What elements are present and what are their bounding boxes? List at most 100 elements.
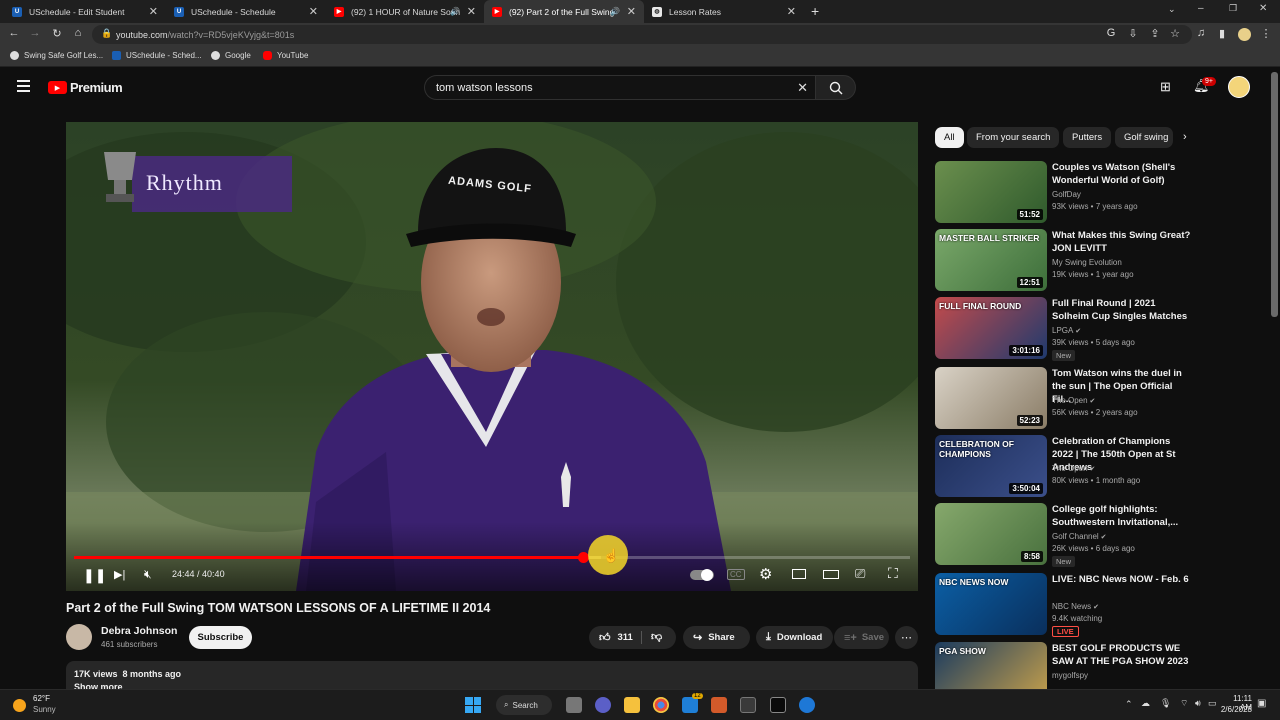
clear-search-icon[interactable]: ✕ — [797, 80, 808, 96]
browser-tab[interactable]: U USchedule - Schedule ✕ — [166, 0, 326, 23]
minimize-icon[interactable]: – — [1198, 3, 1204, 14]
related-channel-name[interactable]: LPGA — [1052, 326, 1073, 335]
volume-icon[interactable]: 🔊︎ — [1195, 698, 1201, 709]
powerpoint-icon[interactable] — [711, 697, 727, 713]
related-video-title[interactable]: Full Final Round | 2021 Solheim Cup Sing… — [1052, 297, 1192, 323]
google-icon[interactable]: G — [1104, 27, 1118, 39]
forward-icon[interactable]: → — [28, 27, 42, 39]
tab-search-icon[interactable]: ⌄ — [1168, 4, 1176, 15]
related-channel-name[interactable]: The Open — [1052, 396, 1088, 405]
settings-gear-icon[interactable]: ⚙ — [759, 565, 772, 583]
zoom-icon[interactable] — [799, 697, 815, 713]
youtube-logo[interactable]: ▶ Premium — [48, 80, 123, 95]
related-video-title[interactable]: What Makes this Swing Great? JON LEVITT — [1052, 229, 1192, 255]
fullscreen-icon[interactable]: ⛶ — [888, 565, 898, 582]
next-video-icon[interactable]: ▶| — [114, 568, 125, 581]
file-explorer-icon[interactable] — [624, 697, 640, 713]
clock-date[interactable]: 2/6/2023 — [1213, 705, 1252, 714]
scrubber-handle[interactable] — [577, 552, 589, 563]
more-actions-icon[interactable]: ⋯ — [895, 626, 918, 649]
bookmark-item[interactable]: Swing Safe Golf Les... — [10, 51, 103, 60]
chevron-right-icon[interactable]: › — [1183, 131, 1187, 143]
weather-sun-icon[interactable] — [13, 699, 26, 712]
related-channel-name[interactable]: My Swing Evolution — [1052, 258, 1122, 267]
chrome-icon[interactable] — [653, 697, 669, 713]
related-video-title[interactable]: Couples vs Watson (Shell's Wonderful Wor… — [1052, 161, 1192, 187]
miniplayer-icon[interactable] — [792, 569, 806, 579]
taskbar-search-button[interactable]: ⌕ Search — [496, 695, 552, 715]
search-input[interactable]: tom watson lessons ✕ — [424, 75, 815, 100]
side-panel-icon[interactable]: ▮ — [1215, 27, 1229, 40]
restore-icon[interactable]: ❐ — [1229, 3, 1237, 14]
captions-icon[interactable]: CC — [727, 569, 745, 580]
create-video-icon[interactable]: ⊞ — [1160, 79, 1171, 95]
home-icon[interactable]: ⌂ — [71, 27, 85, 39]
download-button[interactable]: ⤓ Download — [756, 626, 833, 649]
subscribe-button[interactable]: Subscribe — [189, 626, 252, 649]
media-control-icon[interactable]: ♫ — [1194, 27, 1208, 39]
related-video-item[interactable]: 51:52 Couples vs Watson (Shell's Wonderfu… — [935, 161, 1235, 223]
related-video-item[interactable]: CELEBRATION OF CHAMPIONS 3:50:04 Celebrati… — [935, 435, 1235, 497]
autoplay-toggle[interactable] — [690, 569, 714, 581]
video-player[interactable]: Rhythm ADAMS GOLF ☝ ❚❚ ▶| 🔇︎ 24:44 / 40:… — [66, 122, 918, 591]
thumbs-up-icon[interactable]: 👍︎ — [599, 631, 611, 644]
related-channel-name[interactable]: GolfDay — [1052, 190, 1081, 199]
speaker-icon[interactable]: 🔊 — [610, 7, 620, 16]
browser-tab[interactable]: ▶ (92) 1 HOUR of Nature Soun 🔊 ✕ — [326, 0, 484, 23]
browser-tab[interactable]: U USchedule - Edit Student ✕ — [4, 0, 166, 23]
chrome-menu-icon[interactable]: ⋮ — [1259, 27, 1273, 40]
close-tab-icon[interactable]: ✕ — [467, 5, 476, 18]
related-channel-name[interactable]: The Open — [1052, 464, 1088, 473]
terminal-icon[interactable] — [770, 697, 786, 713]
theater-mode-icon[interactable] — [823, 570, 839, 579]
task-view-icon[interactable] — [566, 697, 582, 713]
related-video-item[interactable]: NBC NEWS NOW LIVE: NBC News NOW - Feb. 6 N… — [935, 573, 1235, 637]
close-window-icon[interactable]: ✕ — [1259, 3, 1267, 14]
mute-icon[interactable]: 🔇︎ — [144, 567, 152, 582]
bookmark-item[interactable]: Google — [211, 51, 251, 60]
share-page-icon[interactable]: ⇪ — [1148, 27, 1162, 40]
weather-temp[interactable]: 62°F — [33, 694, 50, 703]
chip-from-your-search[interactable]: From your search — [967, 127, 1060, 148]
share-button[interactable]: ↪ Share — [683, 626, 750, 649]
chip-putters[interactable]: Putters — [1063, 127, 1112, 148]
video-thumbnail[interactable]: 51:52 — [935, 161, 1047, 223]
related-video-title[interactable]: LIVE: NBC News NOW - Feb. 6 — [1052, 573, 1192, 586]
teams-chat-icon[interactable] — [595, 697, 611, 713]
like-count[interactable]: 311 — [618, 632, 633, 643]
related-channel-name[interactable]: Golf Channel — [1052, 532, 1099, 541]
chip-all[interactable]: All — [935, 127, 964, 148]
close-tab-icon[interactable]: ✕ — [309, 5, 318, 18]
related-video-item[interactable]: 8:58 College golf highlights: Southwester… — [935, 503, 1235, 567]
bookmark-item[interactable]: YouTube — [263, 51, 308, 60]
search-button[interactable] — [815, 75, 856, 100]
related-channel-name[interactable]: mygolfspy — [1052, 671, 1088, 680]
hamburger-menu-icon[interactable] — [17, 80, 30, 92]
back-icon[interactable]: ← — [7, 27, 21, 39]
video-thumbnail[interactable]: CELEBRATION OF CHAMPIONS 3:50:04 — [935, 435, 1047, 497]
progress-bar[interactable] — [74, 552, 910, 563]
chip-golf-swing[interactable]: Golf swing — [1115, 127, 1173, 148]
windows-start-icon[interactable] — [465, 697, 481, 713]
pause-icon[interactable]: ❚❚ — [83, 567, 106, 584]
browser-tab[interactable]: ◍ Lesson Rates ✕ — [644, 0, 804, 23]
close-tab-icon[interactable]: ✕ — [787, 5, 796, 18]
related-video-item[interactable]: 52:23 Tom Watson wins the duel in the sun… — [935, 367, 1235, 429]
close-tab-icon[interactable]: ✕ — [627, 5, 636, 18]
page-scrollbar[interactable] — [1271, 72, 1278, 317]
notification-center-icon[interactable]: ▣ — [1257, 698, 1266, 709]
profile-avatar[interactable] — [1238, 28, 1251, 41]
related-channel-name[interactable]: NBC News — [1052, 602, 1091, 611]
cast-icon[interactable]: ⎚ — [855, 566, 865, 582]
new-tab-icon[interactable]: + — [811, 3, 819, 19]
address-bar[interactable]: 🔒 youtube.com/watch?v=RD5vjeKVyjg&t=801s — [92, 25, 1192, 44]
microphone-icon[interactable]: 🎙︎ — [1160, 698, 1171, 709]
bookmark-item[interactable]: USchedule - Sched... — [112, 51, 202, 60]
video-thumbnail[interactable]: FULL FINAL ROUND 3:01:16 — [935, 297, 1047, 359]
reload-icon[interactable]: ↻ — [50, 27, 64, 40]
network-tray-icon[interactable]: ☁ — [1141, 698, 1150, 709]
thumbs-down-icon[interactable]: 👎︎ — [651, 630, 662, 643]
install-icon[interactable]: ⇩ — [1126, 27, 1140, 40]
speaker-icon[interactable]: 🔊 — [450, 7, 460, 16]
wifi-icon[interactable]: ⌔ — [1180, 698, 1188, 709]
